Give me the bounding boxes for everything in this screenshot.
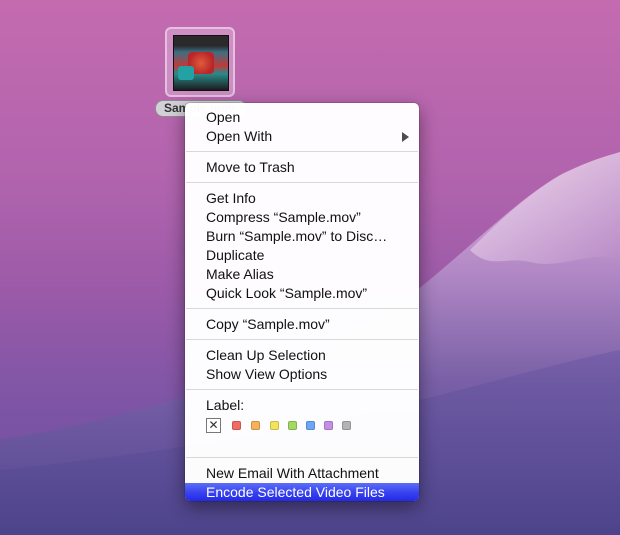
menu-item-burn-to-disc[interactable]: Burn “Sample.mov” to Disc… xyxy=(185,227,419,246)
menu-item-make-alias[interactable]: Make Alias xyxy=(185,265,419,284)
menu-item-duplicate[interactable]: Duplicate xyxy=(185,246,419,265)
menu-item-label: Open xyxy=(206,109,241,125)
menu-item-label: Get Info xyxy=(206,190,256,206)
label-blue-swatch[interactable] xyxy=(306,421,315,430)
menu-item-new-email-with-attachment[interactable]: New Email With Attachment xyxy=(185,464,419,483)
menu-item-label: Burn “Sample.mov” to Disc… xyxy=(206,228,388,244)
label-gray-swatch[interactable] xyxy=(342,421,351,430)
menu-item-label: Copy “Sample.mov” xyxy=(206,316,330,332)
menu-separator xyxy=(186,389,418,390)
menu-item-compress[interactable]: Compress “Sample.mov” xyxy=(185,208,419,227)
menu-spacer xyxy=(185,440,419,452)
menu-item-label: Move to Trash xyxy=(206,159,295,175)
video-thumbnail xyxy=(173,35,229,91)
menu-item-label: Open With xyxy=(206,128,273,144)
menu-separator xyxy=(186,151,418,152)
menu-item-open-with[interactable]: Open With xyxy=(185,127,419,146)
menu-item-get-info[interactable]: Get Info xyxy=(185,189,419,208)
menu-separator xyxy=(186,457,418,458)
menu-item-label: Clean Up Selection xyxy=(206,347,326,363)
submenu-arrow-icon xyxy=(402,132,409,142)
menu-separator xyxy=(186,339,418,340)
menu-item-label: Compress “Sample.mov” xyxy=(206,209,361,225)
label-heading-text: Label: xyxy=(206,397,245,413)
label-purple-swatch[interactable] xyxy=(324,421,333,430)
menu-item-label: Duplicate xyxy=(206,247,265,263)
menu-item-clean-up-selection[interactable]: Clean Up Selection xyxy=(185,346,419,365)
menu-item-move-to-trash[interactable]: Move to Trash xyxy=(185,158,419,177)
label-orange-swatch[interactable] xyxy=(251,421,260,430)
menu-item-open[interactable]: Open xyxy=(185,108,419,127)
label-heading: Label: xyxy=(185,396,419,415)
menu-item-label: Quick Look “Sample.mov” xyxy=(206,285,368,301)
menu-item-copy[interactable]: Copy “Sample.mov” xyxy=(185,315,419,334)
menu-item-encode-selected-video-files[interactable]: Encode Selected Video Files xyxy=(185,483,419,501)
menu-separator xyxy=(186,182,418,183)
label-color-row: ✕ xyxy=(185,415,419,440)
menu-item-quick-look[interactable]: Quick Look “Sample.mov” xyxy=(185,284,419,303)
desktop: Sample.mov Open Open With Move to Trash … xyxy=(0,0,620,535)
menu-item-label: Encode Selected Video Files xyxy=(206,484,385,500)
label-red-swatch[interactable] xyxy=(232,421,241,430)
menu-item-label: Show View Options xyxy=(206,366,328,382)
menu-item-label: New Email With Attachment xyxy=(206,465,379,481)
label-green-swatch[interactable] xyxy=(288,421,297,430)
menu-item-label: Make Alias xyxy=(206,266,274,282)
movie-file-icon[interactable] xyxy=(165,27,235,97)
label-none-button[interactable]: ✕ xyxy=(206,418,221,433)
label-yellow-swatch[interactable] xyxy=(270,421,279,430)
menu-item-show-view-options[interactable]: Show View Options xyxy=(185,365,419,384)
context-menu: Open Open With Move to Trash Get Info Co… xyxy=(185,103,419,501)
menu-separator xyxy=(186,308,418,309)
